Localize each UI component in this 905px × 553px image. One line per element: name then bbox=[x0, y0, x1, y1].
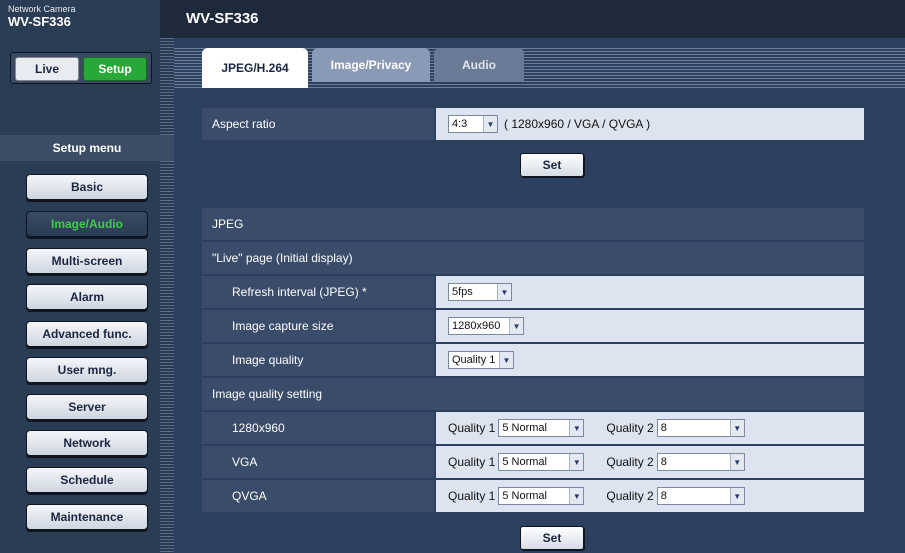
chevron-down-icon: ▼ bbox=[509, 318, 523, 334]
chevron-down-icon: ▼ bbox=[499, 352, 513, 368]
quality-row-qvga: QVGA Quality 1 5 Normal ▼ Quality 2 8 ▼ bbox=[202, 480, 864, 512]
menu-network-button[interactable]: Network bbox=[26, 430, 148, 456]
mode-switch: Live Setup bbox=[10, 52, 152, 84]
aspect-set-button[interactable]: Set bbox=[520, 153, 584, 177]
quality-row-vga: VGA Quality 1 5 Normal ▼ Quality 2 8 ▼ bbox=[202, 446, 864, 478]
quality-row-1280-label: 1280x960 bbox=[202, 412, 434, 444]
jpeg-section-header: JPEG bbox=[202, 208, 864, 240]
setup-button[interactable]: Setup bbox=[83, 57, 147, 81]
chevron-down-icon: ▼ bbox=[729, 488, 744, 504]
page-title: WV-SF336 bbox=[186, 10, 259, 27]
aspect-ratio-value: 4:3 ▼ ( 1280x960 / VGA / QVGA ) bbox=[436, 108, 864, 140]
quality1-select[interactable]: 5 Normal ▼ bbox=[498, 419, 585, 437]
image-quality-row: Image quality Quality 1 ▼ bbox=[202, 344, 864, 376]
quality-row-1280: 1280x960 Quality 1 5 Normal ▼ Quality 2 … bbox=[202, 412, 864, 444]
sidebar-divider bbox=[160, 38, 174, 553]
aspect-ratio-label: Aspect ratio bbox=[202, 108, 434, 140]
image-quality-value: Quality 1 ▼ bbox=[436, 344, 864, 376]
menu-maintenance-button[interactable]: Maintenance bbox=[26, 504, 148, 530]
live-button[interactable]: Live bbox=[15, 57, 79, 81]
brand-subtitle: Network Camera bbox=[8, 4, 76, 14]
image-quality-select[interactable]: Quality 1 ▼ bbox=[448, 351, 514, 369]
menu-basic-button[interactable]: Basic bbox=[26, 174, 148, 200]
capture-size-label: Image capture size bbox=[202, 310, 434, 342]
chevron-down-icon: ▼ bbox=[569, 488, 584, 504]
menu-image-audio-button[interactable]: Image/Audio bbox=[26, 211, 148, 237]
main-panel: Image/Privacy Audio JPEG/H.264 Aspect ra… bbox=[174, 38, 905, 553]
tab-audio[interactable]: Audio bbox=[434, 48, 524, 82]
jpeg-set-button[interactable]: Set bbox=[520, 526, 584, 550]
quality1-selected: 5 Normal bbox=[502, 422, 547, 434]
aspect-ratio-row: Aspect ratio 4:3 ▼ ( 1280x960 / VGA / QV… bbox=[202, 108, 864, 140]
quality1-selected: 5 Normal bbox=[502, 456, 547, 468]
top-bar: Network Camera WV-SF336 WV-SF336 bbox=[0, 0, 905, 38]
chevron-down-icon: ▼ bbox=[497, 284, 511, 300]
chevron-down-icon: ▼ bbox=[729, 454, 744, 470]
quality1-label: Quality 1 bbox=[448, 421, 496, 435]
refresh-interval-select[interactable]: 5fps ▼ bbox=[448, 283, 512, 301]
quality2-selected: 8 bbox=[660, 456, 667, 468]
quality2-selected: 8 bbox=[660, 490, 667, 502]
brand-model: WV-SF336 bbox=[8, 14, 71, 29]
tab-jpeg-h264[interactable]: JPEG/H.264 bbox=[202, 48, 308, 88]
quality2-label: Quality 2 bbox=[606, 421, 654, 435]
menu-alarm-button[interactable]: Alarm bbox=[26, 284, 148, 310]
quality2-label: Quality 2 bbox=[606, 489, 654, 503]
quality1-select[interactable]: 5 Normal ▼ bbox=[498, 487, 585, 505]
capture-size-select[interactable]: 1280x960 ▼ bbox=[448, 317, 524, 335]
menu-server-button[interactable]: Server bbox=[26, 394, 148, 420]
chevron-down-icon: ▼ bbox=[569, 454, 584, 470]
capture-size-value: 1280x960 ▼ bbox=[436, 310, 864, 342]
quality2-select[interactable]: 8 ▼ bbox=[656, 487, 745, 505]
refresh-interval-value: 5fps ▼ bbox=[436, 276, 864, 308]
chevron-down-icon: ▼ bbox=[569, 420, 584, 436]
quality1-label: Quality 1 bbox=[448, 489, 496, 503]
image-quality-selected: Quality 1 bbox=[452, 354, 496, 366]
chevron-down-icon: ▼ bbox=[729, 420, 744, 436]
quality-row-1280-value: Quality 1 5 Normal ▼ Quality 2 8 ▼ bbox=[436, 412, 864, 444]
quality-row-qvga-value: Quality 1 5 Normal ▼ Quality 2 8 ▼ bbox=[436, 480, 864, 512]
quality2-select[interactable]: 8 ▼ bbox=[656, 453, 745, 471]
aspect-ratio-note: ( 1280x960 / VGA / QVGA ) bbox=[504, 117, 651, 131]
image-quality-label: Image quality bbox=[202, 344, 434, 376]
quality-setting-section-header: Image quality setting bbox=[202, 378, 864, 410]
quality1-selected: 5 Normal bbox=[502, 490, 547, 502]
brand: Network Camera WV-SF336 bbox=[0, 0, 160, 38]
menu-schedule-button[interactable]: Schedule bbox=[26, 467, 148, 493]
quality1-label: Quality 1 bbox=[448, 455, 496, 469]
refresh-interval-row: Refresh interval (JPEG) * 5fps ▼ bbox=[202, 276, 864, 308]
menu-user-mng-button[interactable]: User mng. bbox=[26, 357, 148, 383]
menu-multi-screen-button[interactable]: Multi-screen bbox=[26, 248, 148, 274]
quality2-select[interactable]: 8 ▼ bbox=[656, 419, 745, 437]
quality-row-qvga-label: QVGA bbox=[202, 480, 434, 512]
capture-size-selected: 1280x960 bbox=[452, 320, 501, 332]
live-page-section-header: "Live" page (Initial display) bbox=[202, 242, 864, 274]
refresh-interval-selected: 5fps bbox=[452, 286, 473, 298]
quality-row-vga-label: VGA bbox=[202, 446, 434, 478]
aspect-ratio-selected: 4:3 bbox=[452, 118, 468, 130]
quality-row-vga-value: Quality 1 5 Normal ▼ Quality 2 8 ▼ bbox=[436, 446, 864, 478]
refresh-interval-label: Refresh interval (JPEG) * bbox=[202, 276, 434, 308]
quality1-select[interactable]: 5 Normal ▼ bbox=[498, 453, 585, 471]
menu-advanced-func-button[interactable]: Advanced func. bbox=[26, 321, 148, 347]
quality2-selected: 8 bbox=[660, 422, 667, 434]
chevron-down-icon: ▼ bbox=[483, 116, 497, 132]
settings-content: Aspect ratio 4:3 ▼ ( 1280x960 / VGA / QV… bbox=[202, 88, 892, 553]
setup-menu-title: Setup menu bbox=[0, 135, 174, 161]
quality2-label: Quality 2 bbox=[606, 455, 654, 469]
tab-image-privacy[interactable]: Image/Privacy bbox=[312, 48, 430, 82]
aspect-ratio-select[interactable]: 4:3 ▼ bbox=[448, 115, 498, 133]
capture-size-row: Image capture size 1280x960 ▼ bbox=[202, 310, 864, 342]
